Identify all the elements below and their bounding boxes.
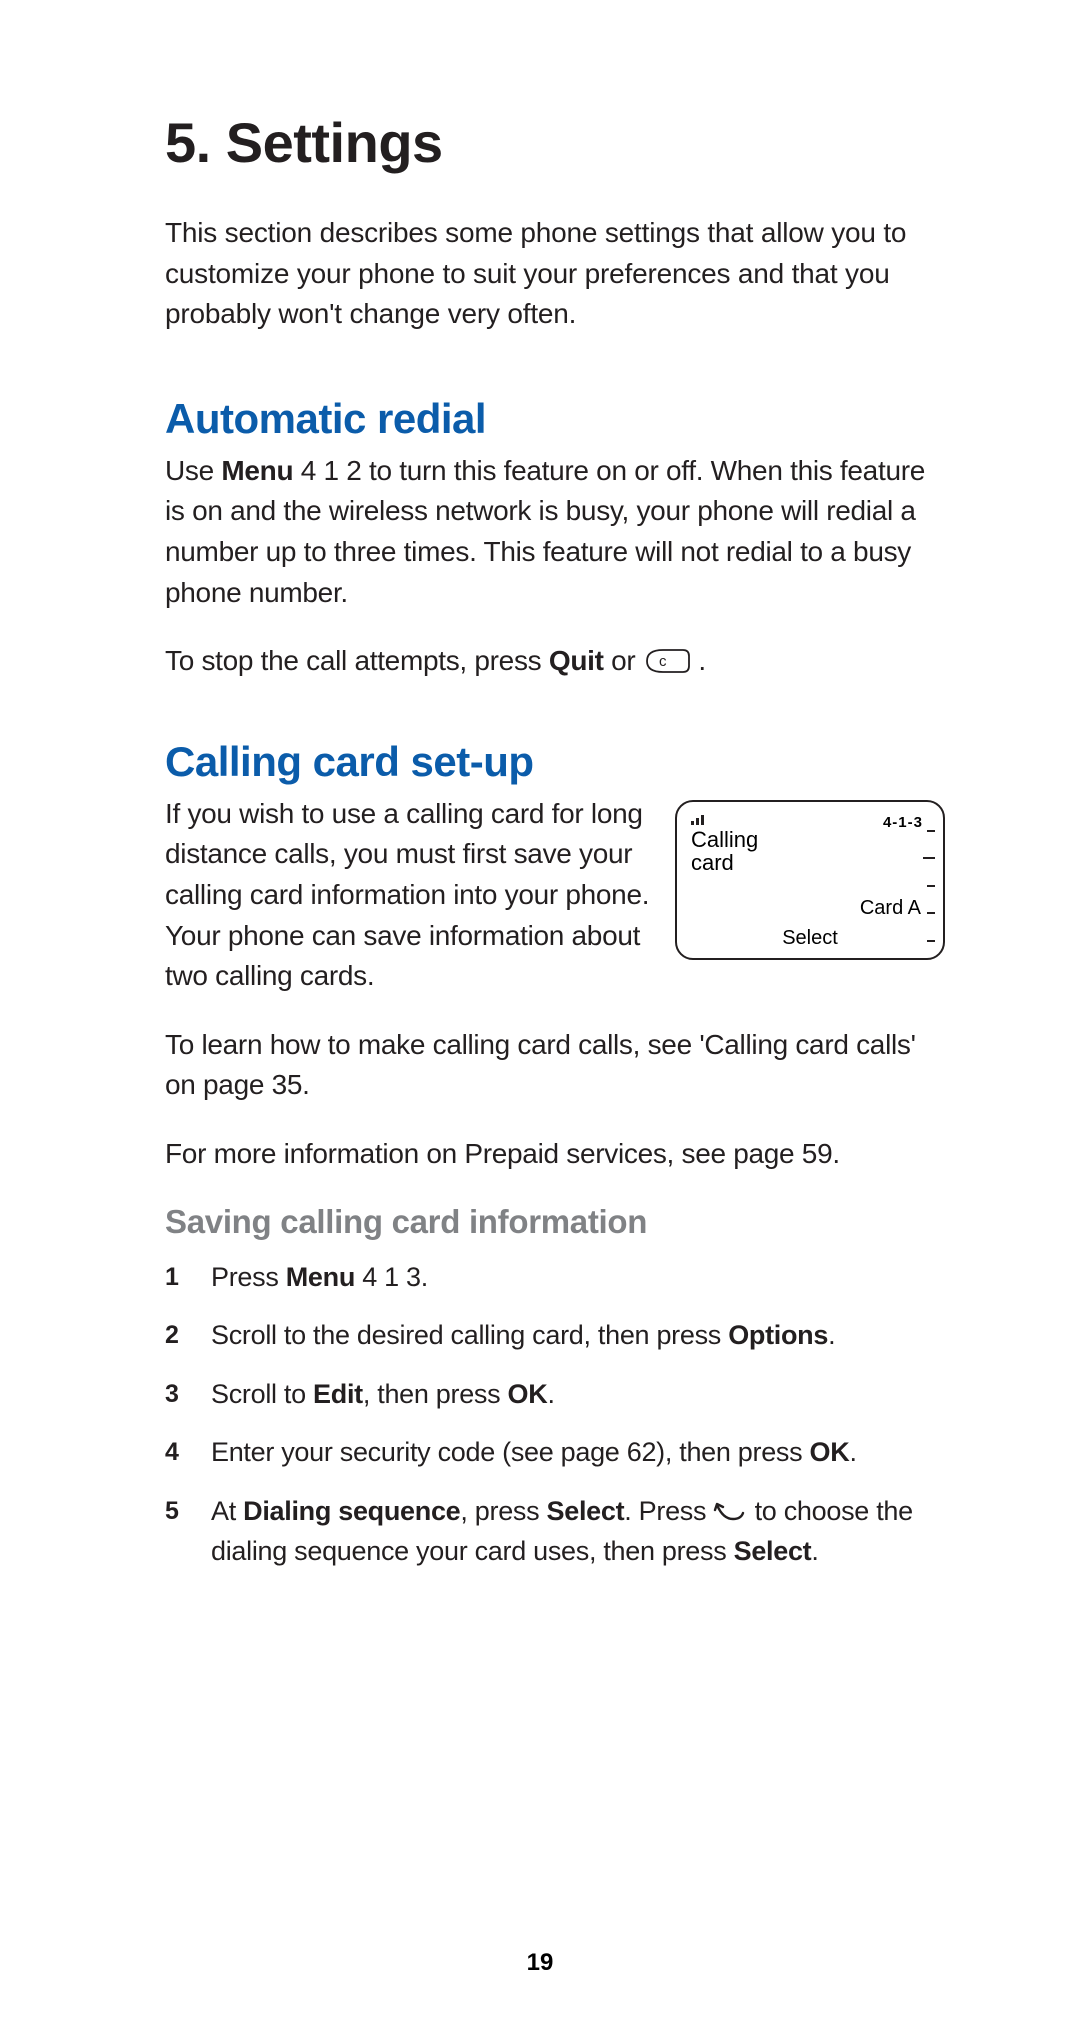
text: . Press	[624, 1496, 713, 1526]
text: 4 1 3.	[355, 1262, 428, 1292]
step-item: Enter your security code (see page 62), …	[165, 1432, 945, 1473]
paragraph: To stop the call attempts, press Quit or…	[165, 641, 945, 682]
text: .	[849, 1437, 856, 1467]
bold-text: Options	[728, 1320, 828, 1350]
svg-text:c: c	[659, 653, 667, 670]
text: Press	[211, 1262, 286, 1292]
paragraph: To learn how to make calling card calls,…	[165, 1025, 945, 1106]
bold-text: OK	[508, 1379, 548, 1409]
scroll-indicator	[932, 830, 935, 942]
text: , press	[460, 1496, 546, 1526]
step-item: Press Menu 4 1 3.	[165, 1257, 945, 1298]
chapter-number: 5.	[165, 111, 211, 174]
text: Enter your security code (see page 62), …	[211, 1437, 810, 1467]
menu-index: 4-1-3	[883, 814, 923, 831]
section-heading-calling-card: Calling card set-up	[165, 738, 945, 786]
paragraph: For more information on Prepaid services…	[165, 1134, 945, 1175]
text: or	[604, 645, 643, 676]
text: Scroll to the desired calling card, then…	[211, 1320, 728, 1350]
bold-text: Menu	[221, 455, 293, 486]
step-item: Scroll to Edit, then press OK.	[165, 1374, 945, 1415]
text: Scroll to	[211, 1379, 313, 1409]
chapter-name: Settings	[226, 111, 443, 174]
step-item: At Dialing sequence, press Select. Press…	[165, 1491, 945, 1572]
down-scroll-icon	[713, 1494, 747, 1516]
phone-screen-illustration: 4-1-3 Calling card Card A Select	[675, 800, 945, 960]
section-calling-card-setup: Calling card set-up 4-1-3 Calling card C…	[165, 738, 945, 1572]
text: .	[691, 645, 706, 676]
text: .	[547, 1379, 554, 1409]
text: Use	[165, 455, 221, 486]
section-automatic-redial: Automatic redial Use Menu 4 1 2 to turn …	[165, 395, 945, 682]
chapter-title: 5. Settings	[165, 110, 945, 175]
screen-title: Calling card	[691, 828, 758, 874]
bold-text: Menu	[286, 1262, 355, 1292]
step-item: Scroll to the desired calling card, then…	[165, 1315, 945, 1356]
bold-text: Edit	[313, 1379, 363, 1409]
intro-paragraph: This section describes some phone settin…	[165, 213, 945, 335]
section-heading-automatic-redial: Automatic redial	[165, 395, 945, 443]
bold-text: Select	[734, 1536, 812, 1566]
text: .	[828, 1320, 835, 1350]
c-key-icon: c	[643, 646, 691, 676]
steps-list: Press Menu 4 1 3. Scroll to the desired …	[165, 1257, 945, 1572]
text: To stop the call attempts, press	[165, 645, 549, 676]
bold-text: OK	[810, 1437, 850, 1467]
bold-text: Quit	[549, 645, 604, 676]
text: .	[811, 1536, 818, 1566]
subsection-heading: Saving calling card information	[165, 1203, 945, 1241]
paragraph: Use Menu 4 1 2 to turn this feature on o…	[165, 451, 945, 613]
text: , then press	[363, 1379, 508, 1409]
bold-text: Select	[547, 1496, 625, 1526]
screen-softkey: Select	[677, 927, 943, 950]
screen-current-value: Card A	[860, 897, 921, 920]
page-number: 19	[0, 1949, 1080, 1977]
text: At	[211, 1496, 243, 1526]
bold-text: Dialing sequence	[243, 1496, 460, 1526]
